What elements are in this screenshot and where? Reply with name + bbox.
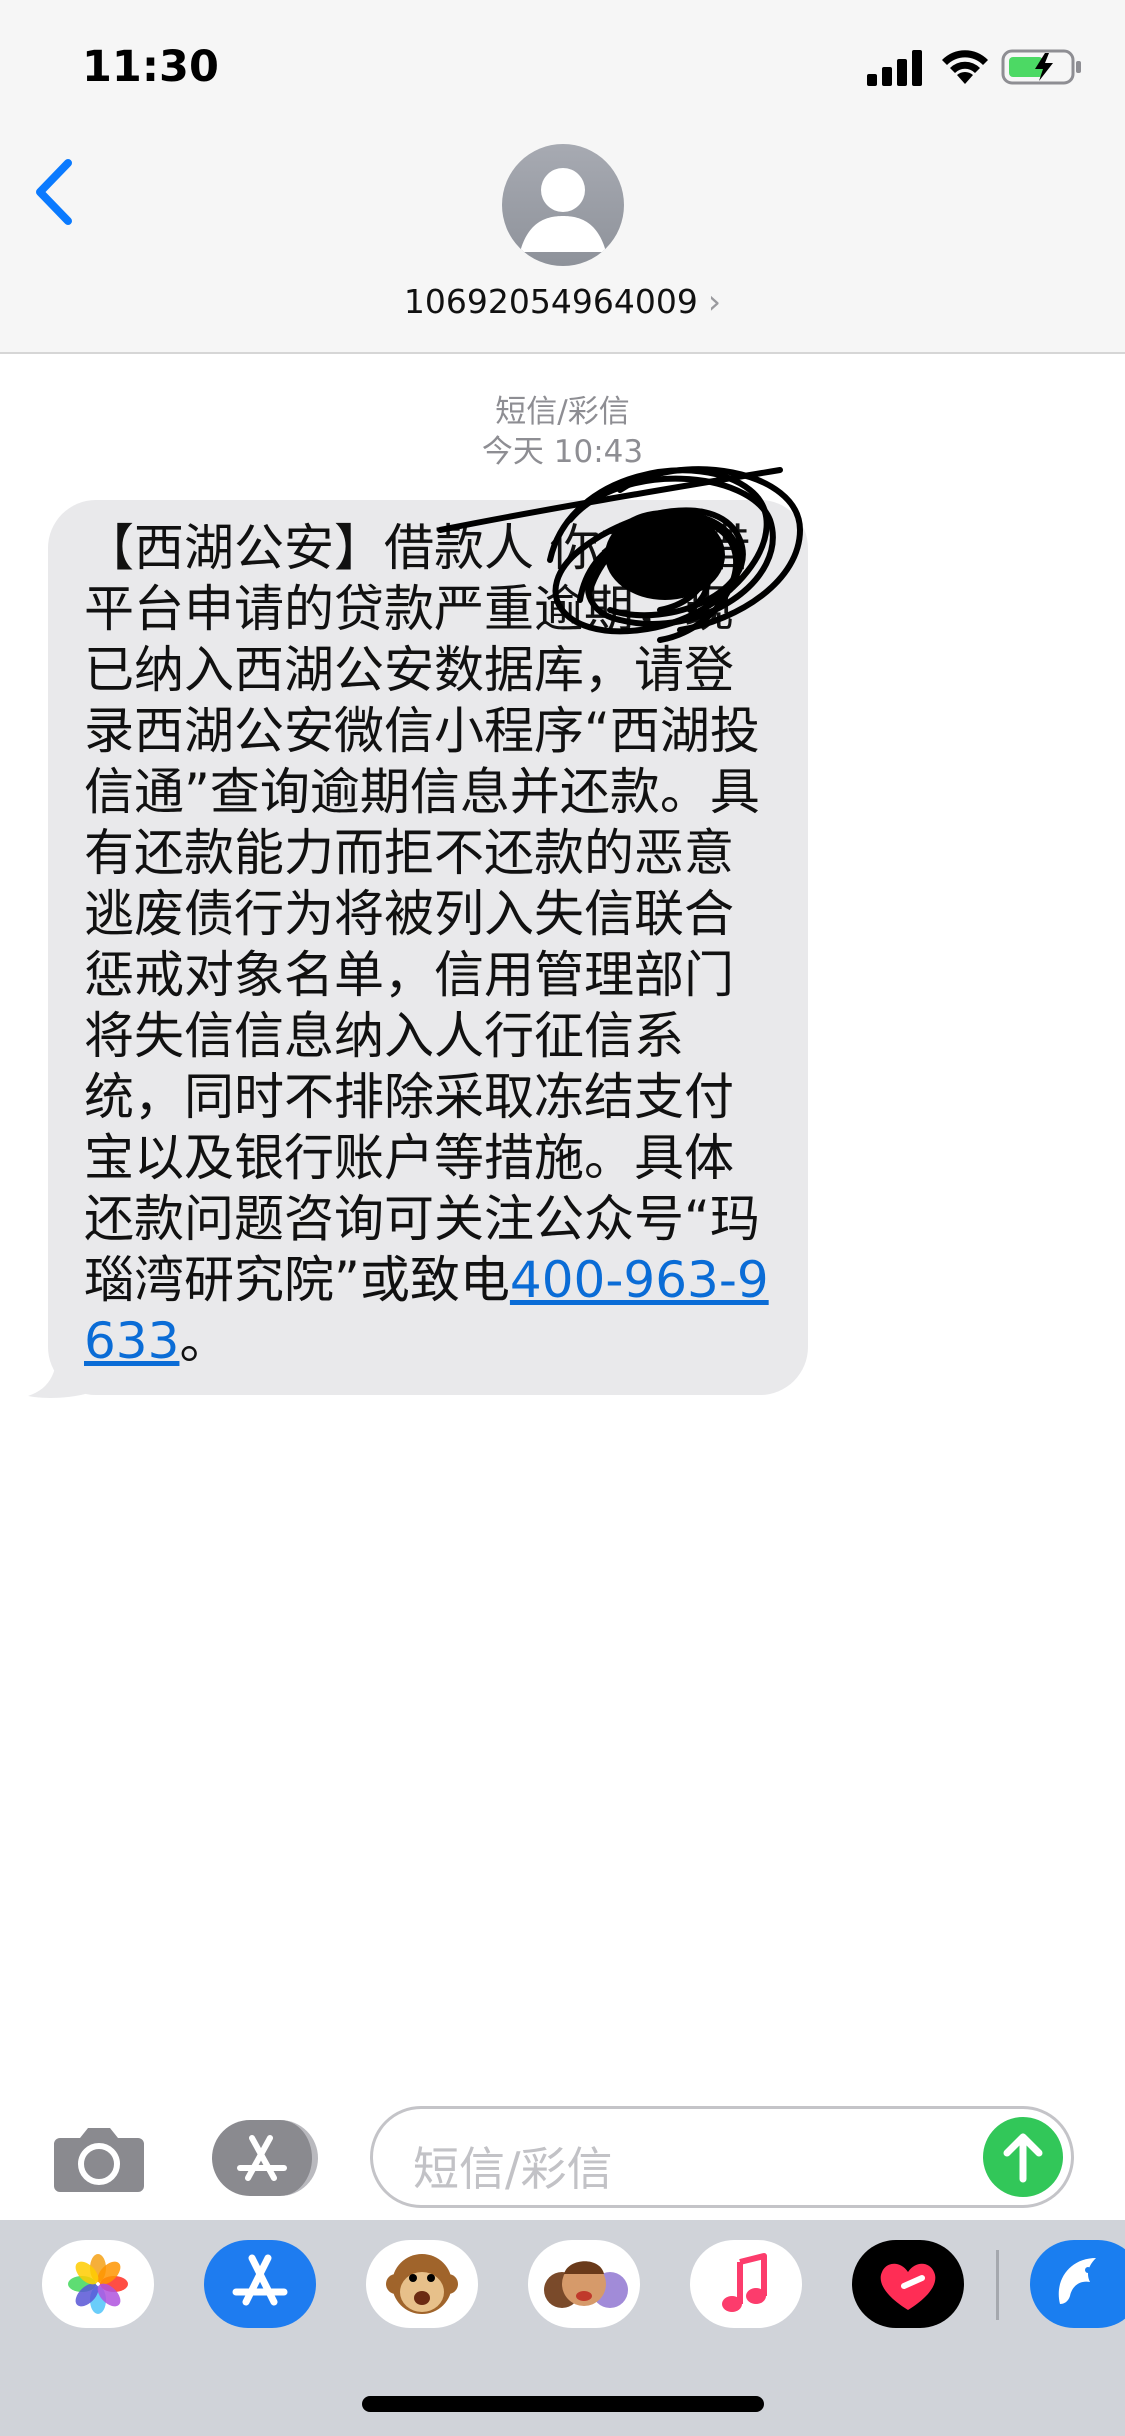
photos-app-icon[interactable] bbox=[42, 2240, 154, 2328]
photos-flower-icon bbox=[68, 2254, 128, 2314]
dolphin-icon bbox=[1058, 2258, 1096, 2304]
home-indicator[interactable] bbox=[362, 2396, 764, 2412]
send-arrow-icon bbox=[1003, 2133, 1043, 2183]
music-note-icon bbox=[722, 2253, 767, 2312]
status-time: 11:30 bbox=[82, 42, 219, 92]
back-chevron-icon[interactable] bbox=[30, 155, 80, 230]
app-drawer-divider bbox=[996, 2250, 999, 2320]
memoji-faces-icon bbox=[544, 2261, 628, 2308]
redaction-scribble bbox=[437, 466, 804, 643]
cellular-signal-icon bbox=[867, 50, 922, 86]
music-app-icon[interactable] bbox=[690, 2240, 802, 2328]
person-silhouette-icon bbox=[520, 168, 606, 252]
service-label: 短信/彩信 bbox=[495, 394, 630, 430]
camera-icon[interactable] bbox=[52, 2122, 146, 2194]
animoji-app-icon[interactable] bbox=[366, 2240, 478, 2328]
app-store-button[interactable] bbox=[212, 2120, 318, 2196]
contact-number: 10692054964009 bbox=[403, 282, 698, 321]
battery-icon bbox=[1001, 49, 1081, 85]
message-end: 。 bbox=[179, 1312, 230, 1370]
chevron-right-icon: › bbox=[707, 282, 722, 321]
heart-icon bbox=[880, 2263, 936, 2310]
third-party-app-icon[interactable] bbox=[1030, 2240, 1125, 2328]
digital-touch-app-icon[interactable] bbox=[852, 2240, 964, 2328]
send-button[interactable] bbox=[983, 2117, 1063, 2197]
message-input-placeholder: 短信/彩信 bbox=[413, 2142, 613, 2196]
monkey-icon bbox=[386, 2254, 458, 2314]
contact-avatar[interactable] bbox=[502, 144, 624, 266]
message-input[interactable]: 短信/彩信 bbox=[370, 2106, 1074, 2208]
contact-name[interactable]: 10692054964009 › bbox=[0, 282, 1125, 321]
app-store-icon bbox=[237, 2135, 287, 2181]
conversation-header: 11:30 10692054964009 › bbox=[0, 0, 1125, 354]
app-store-glyph-icon bbox=[232, 2254, 288, 2306]
memoji-app-icon[interactable] bbox=[528, 2240, 640, 2328]
app-store-app-icon[interactable] bbox=[204, 2240, 316, 2328]
wifi-icon bbox=[942, 50, 988, 84]
messages-screen: 11:30 10692054964009 › 短信/彩信 今天 10:43 【西… bbox=[0, 0, 1125, 2436]
